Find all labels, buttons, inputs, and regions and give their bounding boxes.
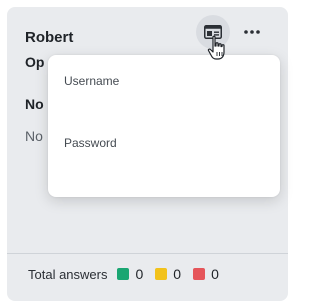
credentials-popover: Username Password bbox=[48, 55, 280, 197]
answers-summary: Total answers 0 0 0 bbox=[28, 265, 231, 283]
answers-stat-green: 0 bbox=[117, 266, 143, 282]
footer-divider bbox=[7, 253, 288, 254]
answers-count-green: 0 bbox=[135, 266, 144, 282]
answers-stat-red: 0 bbox=[193, 266, 219, 282]
hand-pointer-icon bbox=[207, 35, 225, 60]
username-label: Username bbox=[64, 74, 120, 88]
answers-count-red: 0 bbox=[211, 266, 219, 282]
password-label: Password bbox=[64, 136, 117, 150]
green-swatch-icon bbox=[117, 268, 130, 280]
user-name: Robert bbox=[25, 29, 74, 46]
yellow-swatch-icon bbox=[155, 268, 168, 280]
answers-count-yellow: 0 bbox=[173, 266, 182, 282]
more-horizontal-icon bbox=[244, 30, 260, 34]
more-options-button[interactable] bbox=[240, 21, 264, 43]
answers-stat-yellow: 0 bbox=[155, 266, 181, 282]
total-answers-label: Total answers bbox=[28, 266, 108, 282]
red-swatch-icon bbox=[193, 268, 206, 280]
